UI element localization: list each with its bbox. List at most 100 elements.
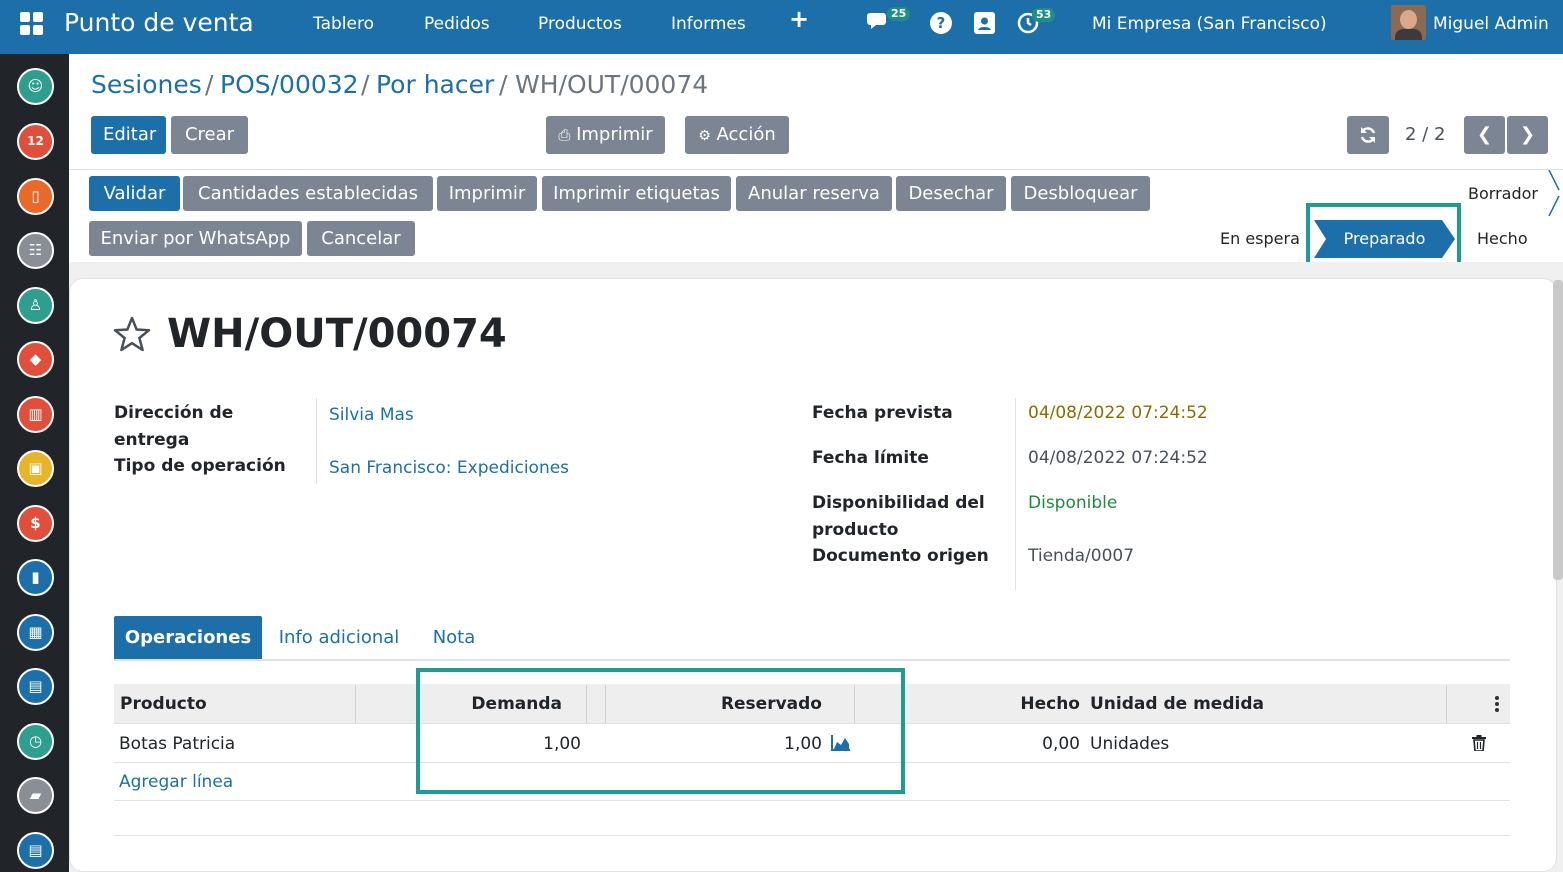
cell-product[interactable]: Botas Patricia [119, 725, 235, 763]
main-content: Sesiones / POS/00032 / Por hacer / WH/OU… [69, 54, 1563, 872]
status-waiting[interactable]: En espera [1220, 229, 1300, 249]
star-icon[interactable] [113, 316, 151, 356]
app-title[interactable]: Punto de venta [64, 8, 254, 38]
refresh-icon [1360, 127, 1376, 143]
tabs-underline [114, 659, 1510, 661]
highlight-box-quantities [416, 668, 905, 794]
scheduled-date-value[interactable]: 04/08/2022 07:24:52 [1028, 400, 1208, 427]
expenses-app-icon[interactable]: $ [17, 505, 54, 542]
field-divider [1015, 398, 1016, 590]
send-whatsapp-button[interactable]: Enviar por WhatsApp [89, 221, 302, 256]
website-app-icon[interactable]: ▣ [17, 450, 54, 487]
pos-app-icon[interactable]: ▮ [17, 559, 54, 596]
breadcrumb-por-hacer[interactable]: Por hacer [376, 70, 494, 100]
breadcrumb-separator: / [499, 70, 508, 99]
notes-app-icon[interactable]: ▯ [17, 178, 54, 215]
tab-note[interactable]: Nota [421, 616, 487, 659]
cell-uom[interactable]: Unidades [1090, 725, 1169, 763]
column-header-done[interactable]: Hecho [969, 685, 1080, 723]
timesheet-app-icon[interactable]: ◷ [17, 723, 54, 760]
user-menu[interactable]: Miguel Admin [1433, 14, 1549, 34]
unlock-button[interactable]: Desbloquear [1011, 176, 1150, 211]
validate-button[interactable]: Validar [89, 176, 180, 211]
action-dropdown-label: Acción [716, 124, 776, 145]
menu-pedidos[interactable]: Pedidos [424, 14, 490, 34]
crm-app-icon[interactable]: ♙ [17, 287, 54, 324]
chevron-right-icon: ❯ [1519, 124, 1536, 145]
breadcrumb-current: WH/OUT/00074 [515, 70, 709, 99]
table-row-divider [114, 835, 1510, 836]
action-dropdown-button[interactable]: ⚙ Acción [685, 116, 789, 154]
activity-badge: 53 [1032, 8, 1056, 22]
sales-app-icon[interactable]: ◆ [17, 341, 54, 378]
planning-app-icon[interactable]: ▤ [17, 668, 54, 705]
optional-columns-icon[interactable] [1494, 694, 1500, 714]
origin-value[interactable]: Tienda/0007 [1028, 543, 1134, 570]
trash-icon[interactable] [1472, 735, 1486, 755]
unreserve-button[interactable]: Anular reserva [736, 176, 892, 211]
breadcrumb-separator: / [205, 70, 214, 99]
field-divider [316, 398, 317, 484]
print-button[interactable]: Imprimir [437, 176, 537, 211]
add-line-link[interactable]: Agregar línea [119, 763, 233, 801]
column-header-product[interactable]: Producto [120, 685, 207, 723]
divider [69, 169, 1563, 170]
breadcrumb-sesiones[interactable]: Sesiones [91, 70, 202, 100]
tab-operations[interactable]: Operaciones [114, 616, 262, 659]
availability-value: Disponible [1028, 493, 1118, 513]
help-icon[interactable]: ? [930, 12, 952, 34]
add-icon[interactable]: + [789, 7, 809, 31]
discuss-app-icon[interactable]: ☺ [17, 68, 54, 105]
cell-done[interactable]: 0,00 [969, 725, 1080, 763]
delivery-address-label: Dirección de entrega [114, 403, 234, 450]
print-dropdown-label: Imprimir [576, 124, 653, 145]
pager-previous-button[interactable]: ❮ [1464, 116, 1505, 154]
scheduled-date-label: Fecha prevista [812, 403, 953, 423]
menu-tablero[interactable]: Tablero [313, 14, 374, 34]
origin-label: Documento origen [812, 546, 989, 566]
cancel-button[interactable]: Cancelar [307, 221, 415, 256]
app-switcher-icon[interactable] [20, 12, 46, 38]
chat-badge: 25 [887, 7, 911, 21]
shop-app-icon[interactable]: ▰ [17, 777, 54, 814]
create-button[interactable]: Crear [171, 116, 248, 154]
deadline-label: Fecha límite [812, 448, 929, 468]
column-divider [355, 685, 356, 723]
accounting-app-icon[interactable]: ▦ [17, 614, 54, 651]
tab-additional-info[interactable]: Info adicional [267, 616, 411, 659]
record-title: WH/OUT/00074 [167, 311, 507, 357]
pager-next-button[interactable]: ❯ [1507, 116, 1548, 154]
contacts-icon[interactable] [974, 12, 995, 34]
calendar-app-icon[interactable]: 12 [17, 123, 54, 160]
company-switcher[interactable]: Mi Empresa (San Francisco) [1092, 14, 1327, 34]
edit-button[interactable]: Editar [91, 116, 166, 154]
scrollbar-thumb[interactable] [1553, 280, 1563, 580]
pager-value[interactable]: 2 / 2 [1405, 123, 1445, 147]
column-divider [1446, 685, 1447, 723]
printer-icon: ⎙ [558, 126, 571, 144]
print-dropdown-button[interactable]: ⎙ Imprimir [546, 116, 665, 154]
user-avatar[interactable] [1391, 5, 1426, 40]
table-row-divider [114, 800, 1510, 801]
operation-type-value[interactable]: San Francisco: Expediciones [329, 455, 569, 482]
operation-type-label: Tipo de operación [114, 456, 286, 476]
apps-sidebar: ☺ 12 ▯ ☷ ♙ ◆ ▥ ▣ $ ▮ ▦ ▤ ◷ ▰ ▤ [0, 54, 69, 872]
menu-informes[interactable]: Informes [671, 14, 746, 34]
breadcrumb-session[interactable]: POS/00032 [220, 70, 359, 100]
set-quantities-button[interactable]: Cantidades establecidas [183, 176, 433, 211]
status-draft[interactable]: Borrador [1468, 184, 1538, 204]
deadline-value: 04/08/2022 07:24:52 [1028, 448, 1208, 468]
refresh-button[interactable] [1347, 116, 1389, 154]
column-header-uom[interactable]: Unidad de medida [1090, 685, 1264, 723]
menu-productos[interactable]: Productos [538, 14, 622, 34]
print-labels-button[interactable]: Imprimir etiquetas [542, 176, 731, 211]
gear-icon: ⚙ [698, 128, 711, 144]
top-navbar: Punto de venta Tablero Pedidos Productos… [0, 0, 1563, 54]
reports-app-icon[interactable]: ▥ [17, 396, 54, 433]
delivery-address-value[interactable]: Silvia Mas [329, 402, 414, 429]
scrap-button[interactable]: Desechar [896, 176, 1006, 211]
events-app-icon[interactable]: ▤ [17, 832, 54, 869]
status-done[interactable]: Hecho [1477, 229, 1528, 249]
contacts-app-icon[interactable]: ☷ [17, 232, 54, 269]
breadcrumb-separator: / [361, 70, 370, 99]
